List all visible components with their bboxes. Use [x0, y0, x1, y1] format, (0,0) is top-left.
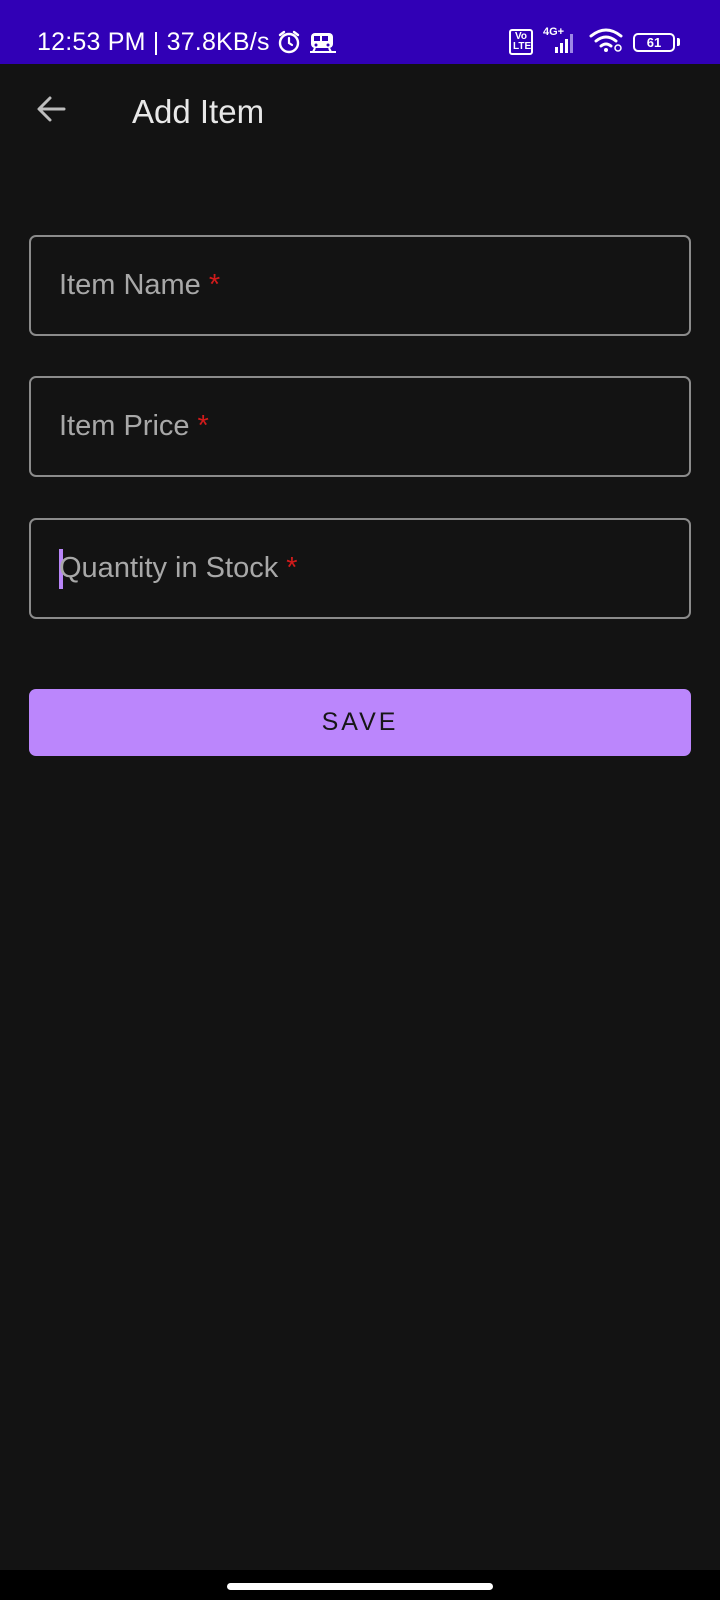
- app-bar: Add Item: [0, 64, 720, 172]
- train-icon: [308, 29, 338, 55]
- item-price-field[interactable]: Item Price *: [29, 376, 691, 477]
- required-mark: *: [208, 269, 221, 301]
- status-time-speed: 12:53 PM | 37.8KB/s: [37, 27, 270, 56]
- required-mark: *: [197, 410, 209, 442]
- required-mark: *: [286, 552, 298, 584]
- back-button[interactable]: [28, 86, 74, 132]
- battery-icon: 61: [633, 32, 680, 52]
- battery-level: 61: [633, 32, 675, 52]
- item-name-field[interactable]: Item Name *: [29, 235, 691, 336]
- volte-icon: Vo LTE: [509, 29, 533, 55]
- page-title: Add Item: [132, 93, 265, 130]
- arrow-left-icon: [37, 96, 66, 122]
- quantity-in-stock-label: Quantity in Stock *: [59, 552, 298, 584]
- status-bar: 12:53 PM | 37.8KB/s Vo LTE 4G+ 61: [0, 0, 720, 64]
- save-button[interactable]: SAVE: [29, 689, 691, 756]
- status-right: Vo LTE 4G+ 61: [509, 26, 680, 58]
- item-name-label: Item Name *: [59, 269, 221, 301]
- home-indicator[interactable]: [227, 1583, 493, 1590]
- navigation-bar: [0, 1570, 720, 1600]
- item-price-label: Item Price *: [59, 410, 209, 442]
- alarm-icon: [276, 29, 302, 55]
- wifi-icon: [589, 27, 623, 58]
- signal-icon: 4G+: [543, 27, 579, 55]
- quantity-in-stock-field[interactable]: Quantity in Stock *: [29, 518, 691, 619]
- status-left: 12:53 PM | 37.8KB/s: [37, 26, 338, 58]
